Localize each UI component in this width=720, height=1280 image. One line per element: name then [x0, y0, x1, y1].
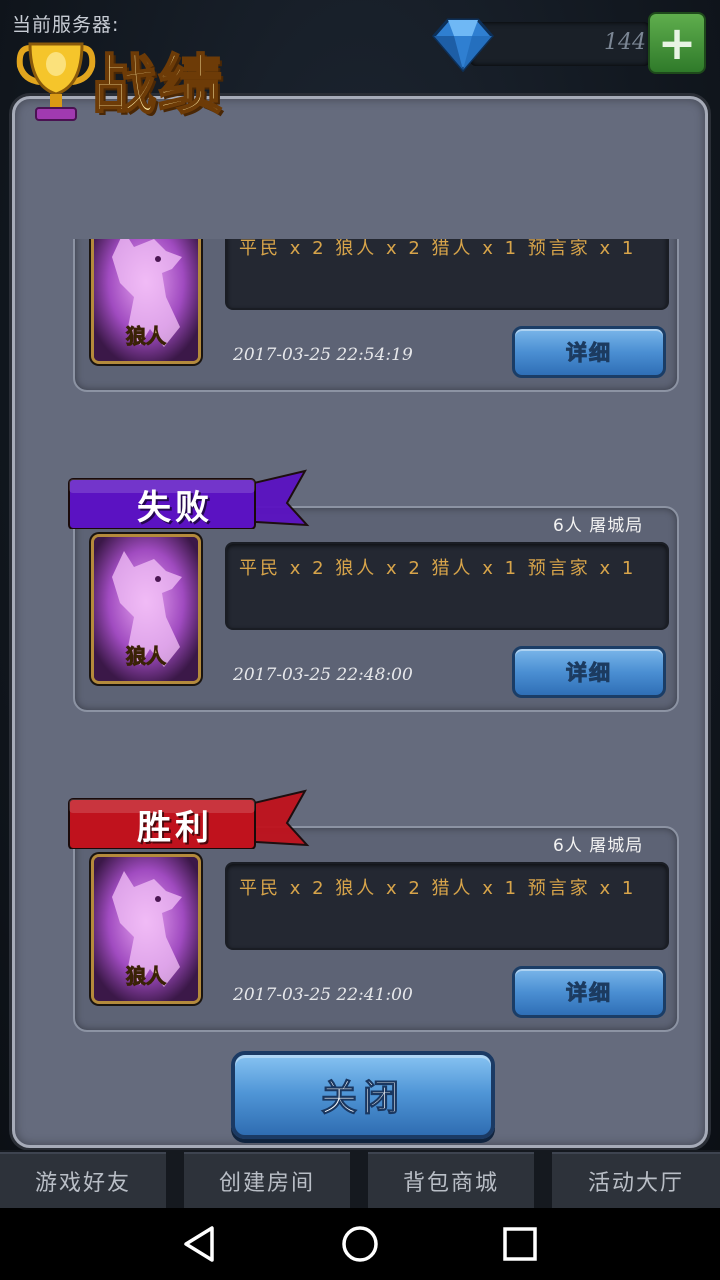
- record-time: 2017-03-25 22:54:19: [233, 345, 413, 365]
- record-item: 胜利 6人 屠城局 狼人 平民 x 2 狼人 x 2 猎人 x 1 预言家: [55, 239, 695, 392]
- recents-icon[interactable]: [500, 1224, 540, 1264]
- record-item: 胜利 6人 屠城局 狼人 平民 x 2 狼人 x 2 猎人 x 1 预言家: [55, 759, 695, 1032]
- trophy-icon: [16, 38, 96, 126]
- tab-create-room[interactable]: 创建房间: [184, 1152, 350, 1208]
- role-name: 狼人: [126, 324, 167, 349]
- detail-button[interactable]: 详细: [512, 646, 666, 698]
- tab-shop[interactable]: 背包商城: [368, 1152, 534, 1208]
- room-meta: 6人 屠城局: [553, 516, 644, 536]
- roles-summary-box: 平民 x 2 狼人 x 2 猎人 x 1 预言家 x 1: [225, 239, 669, 310]
- record-item: 失败 6人 屠城局 狼人 平民 x 2 狼人 x 2 猎人 x 1 预言家 x …: [55, 439, 695, 712]
- detail-button[interactable]: 详细: [512, 966, 666, 1018]
- tab-friends[interactable]: 游戏好友: [0, 1152, 166, 1208]
- record-time: 2017-03-25 22:48:00: [233, 665, 413, 685]
- result-ribbon: 胜利: [67, 779, 312, 850]
- role-card: 狼人: [91, 854, 201, 1004]
- close-button[interactable]: 关闭: [231, 1051, 495, 1139]
- dialog-title: 战绩: [91, 48, 224, 124]
- result-label: 胜利: [137, 807, 213, 848]
- roles-summary-box: 平民 x 2 狼人 x 2 猎人 x 1 预言家 x 1: [225, 862, 669, 950]
- roles-summary: 平民 x 2 狼人 x 2 猎人 x 1 预言家 x 1: [239, 558, 637, 579]
- add-gems-button[interactable]: +: [648, 12, 706, 74]
- home-icon[interactable]: [340, 1224, 380, 1264]
- room-meta: 6人 屠城局: [553, 836, 644, 856]
- role-card: 狼人: [91, 534, 201, 684]
- server-label: 当前服务器:: [12, 14, 120, 36]
- result-ribbon: 失败: [67, 459, 312, 530]
- gem-count: 144: [604, 30, 646, 55]
- roles-summary: 平民 x 2 狼人 x 2 猎人 x 1 预言家 x 1: [239, 878, 637, 899]
- record-list[interactable]: 胜利 6人 屠城局 狼人 平民 x 2 狼人 x 2 猎人 x 1 预言家: [55, 239, 695, 1131]
- role-name: 狼人: [126, 964, 167, 989]
- roles-summary-box: 平民 x 2 狼人 x 2 猎人 x 1 预言家 x 1: [225, 542, 669, 630]
- tab-events[interactable]: 活动大厅: [552, 1152, 720, 1208]
- back-icon[interactable]: [180, 1224, 220, 1264]
- role-card: 狼人: [91, 239, 201, 364]
- battle-record-dialog: 胜利 6人 屠城局 狼人 平民 x 2 狼人 x 2 猎人 x 1 预言家: [12, 96, 708, 1148]
- diamond-icon: [432, 16, 494, 73]
- detail-button[interactable]: 详细: [512, 326, 666, 378]
- record-time: 2017-03-25 22:41:00: [233, 985, 413, 1005]
- roles-summary: 平民 x 2 狼人 x 2 猎人 x 1 预言家 x 1: [239, 239, 637, 259]
- result-label: 失败: [137, 487, 213, 528]
- role-name: 狼人: [126, 644, 167, 669]
